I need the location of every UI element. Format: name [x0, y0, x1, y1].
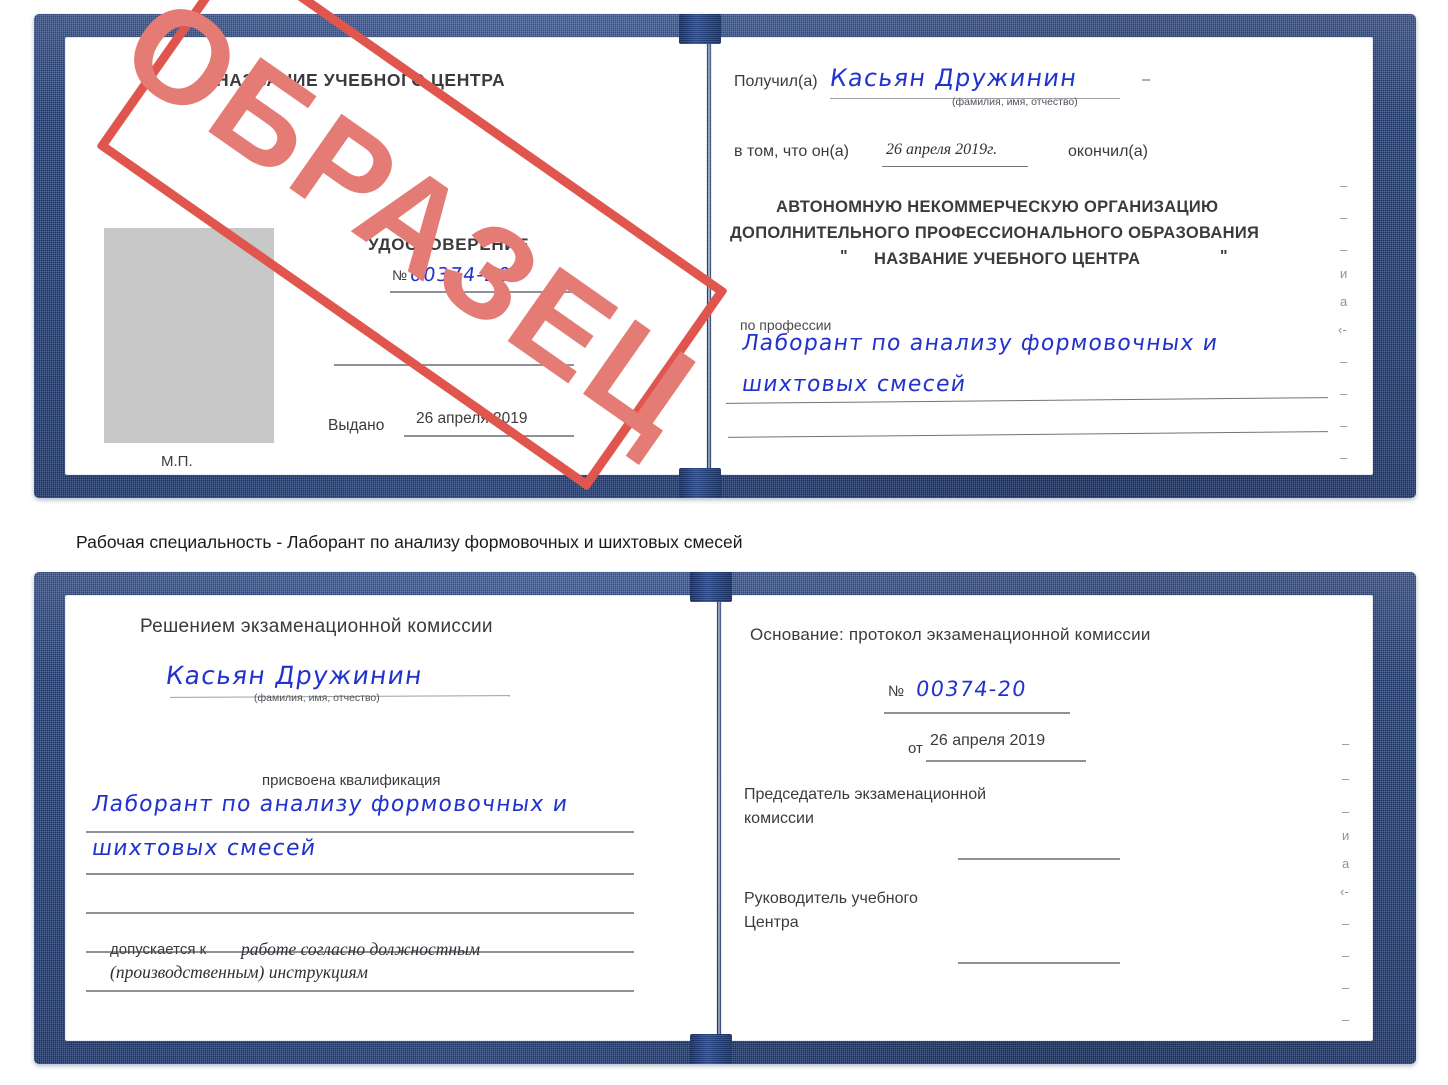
top-left-number-value: 00374-20	[408, 264, 513, 286]
top-left-number-symbol: №	[392, 267, 408, 283]
bleed-mark-top-0: –	[1340, 178, 1348, 193]
top-right-org-line2: ДОПОЛНИТЕЛЬНОГО ПРОФЕССИОНАЛЬНОГО ОБРАЗО…	[730, 224, 1260, 242]
bleed-mark-top-2: –	[1340, 242, 1348, 257]
certificate-bottom-spine-line	[718, 602, 720, 1038]
bottom-left-blank-rule-1	[86, 912, 634, 914]
bottom-right-chairman-line2: комиссии	[744, 810, 814, 827]
certificate-top-left-page: НАЗВАНИЕ УЧЕБНОГО ЦЕНТРА УДОСТОВЕРЕНИЕ №…	[66, 38, 706, 474]
certificate-bottom-spine-tab-lower	[690, 1034, 732, 1064]
top-left-issued-rule	[404, 435, 574, 437]
page-caption: Рабочая специальность - Лаборант по анал…	[76, 532, 743, 552]
bleed-mark-bottom-2: –	[1342, 804, 1350, 819]
top-right-org-quote-close: "	[1220, 248, 1228, 265]
bottom-right-protocol-date-rule	[926, 760, 1086, 762]
top-left-org-title: НАЗВАНИЕ УЧЕБНОГО ЦЕНТРА	[216, 70, 506, 90]
bottom-right-head-signature-rule	[958, 962, 1120, 964]
bottom-right-head-line2: Центра	[744, 914, 799, 931]
certificate-bottom-spine-tab-upper	[690, 572, 732, 602]
bottom-left-allowed-line1: работе согласно должностным	[241, 939, 481, 959]
top-right-profession-rule-2	[728, 431, 1328, 439]
bleed-mark-top-3: и	[1340, 266, 1348, 281]
bleed-mark-top-6: –	[1340, 354, 1348, 369]
bleed-mark-top-8: –	[1340, 418, 1348, 433]
top-left-issued-value: 26 апреля 2019	[416, 410, 528, 427]
top-left-number-rule	[390, 291, 572, 293]
bottom-left-qualification-label: присвоена квалификация	[262, 772, 441, 789]
top-left-issued-label: Выдано	[328, 417, 385, 434]
photo-placeholder	[104, 228, 274, 443]
bottom-right-protocol-number-symbol: №	[888, 683, 905, 700]
certificate-top-spine-tab-upper	[679, 14, 721, 44]
bleed-mark-bottom-3: и	[1342, 828, 1350, 843]
top-right-org-line1: АВТОНОМНУЮ НЕКОММЕРЧЕСКУЮ ОРГАНИЗАЦИЮ	[776, 198, 1219, 216]
bleed-mark-top-9: –	[1340, 450, 1348, 465]
top-right-received-hint: (фамилия, имя, отчество)	[952, 96, 1078, 108]
bottom-left-blank-rule-3	[86, 990, 634, 992]
bottom-right-head-line1: Руководитель учебного	[744, 890, 918, 907]
certificate-bottom-right-page: Основание: протокол экзаменационной коми…	[722, 596, 1372, 1040]
bleed-mark-top-5: ‹-	[1338, 322, 1347, 337]
top-right-received-value: Касьян Дружинин	[828, 64, 1080, 92]
bottom-right-chairman-signature-rule	[958, 858, 1120, 860]
bottom-right-protocol-number-rule	[884, 712, 1070, 714]
top-right-org-line3: НАЗВАНИЕ УЧЕБНОГО ЦЕНТРА	[874, 250, 1141, 268]
top-right-dash-marker: –	[1142, 71, 1151, 88]
top-right-finished-label: окончил(а)	[1068, 143, 1148, 160]
bottom-left-qual-rule-1	[86, 831, 634, 833]
top-left-doc-type: УДОСТОВЕРЕНИЕ	[368, 235, 530, 254]
bleed-mark-bottom-4: а	[1342, 856, 1350, 871]
bleed-mark-bottom-6: –	[1342, 916, 1350, 931]
top-right-inthat-value: 26 апреля 2019г.	[886, 141, 998, 158]
top-right-received-label: Получил(а)	[734, 73, 818, 90]
bottom-left-qual-rule-2	[86, 873, 634, 875]
top-right-inthat-rule	[882, 166, 1028, 168]
top-right-profession-rule-1	[726, 397, 1328, 405]
bottom-left-allowed-line2: (производственным) инструкциям	[110, 962, 368, 982]
certificate-top-right-page: Получил(а) Касьян Дружинин (фамилия, имя…	[712, 38, 1372, 474]
bottom-left-name-value: Касьян Дружинин	[163, 661, 425, 690]
bottom-left-allowed-label: допускается к	[110, 941, 207, 958]
bleed-mark-bottom-8: –	[1342, 980, 1350, 995]
bottom-left-qualification-line2: шихтовых смесей	[90, 836, 318, 861]
top-right-profession-line2: шихтовых смесей	[740, 372, 968, 397]
top-left-blank-rule-1	[334, 364, 574, 366]
bottom-right-protocol-date-value: 26 апреля 2019	[930, 732, 1046, 749]
certificate-bottom-left-page: Решением экзаменационной комиссии Касьян…	[66, 596, 716, 1040]
bleed-mark-bottom-0: –	[1342, 736, 1350, 751]
bottom-right-chairman-line1: Председатель экзаменационной	[744, 786, 987, 803]
bleed-mark-top-1: –	[1340, 210, 1348, 225]
top-right-inthat-label: в том, что он(а)	[734, 143, 849, 160]
bleed-mark-bottom-9: –	[1342, 1012, 1350, 1027]
certificate-top-spine-line	[708, 44, 710, 472]
top-left-seal-label: М.П.	[161, 453, 193, 470]
bleed-mark-bottom-1: –	[1342, 771, 1350, 786]
bottom-right-protocol-number-value: 00374-20	[914, 677, 1029, 701]
bottom-left-qualification-line1: Лаборант по анализу формовочных и	[90, 792, 571, 817]
bleed-mark-top-7: –	[1340, 386, 1348, 401]
top-right-org-quote-open: "	[840, 248, 848, 265]
bottom-left-decision-title: Решением экзаменационной комиссии	[140, 616, 493, 637]
bottom-right-basis-label: Основание: протокол экзаменационной коми…	[750, 625, 1151, 644]
bleed-mark-bottom-7: –	[1342, 948, 1350, 963]
bottom-left-name-hint: (фамилия, имя, отчество)	[254, 692, 380, 704]
certificate-top-spine-tab-lower	[679, 468, 721, 498]
bottom-right-protocol-date-label: от	[908, 740, 923, 757]
bleed-mark-bottom-5: ‹-	[1340, 884, 1349, 899]
top-right-profession-line1: Лаборант по анализу формовочных и	[740, 331, 1221, 356]
bleed-mark-top-4: а	[1340, 294, 1348, 309]
